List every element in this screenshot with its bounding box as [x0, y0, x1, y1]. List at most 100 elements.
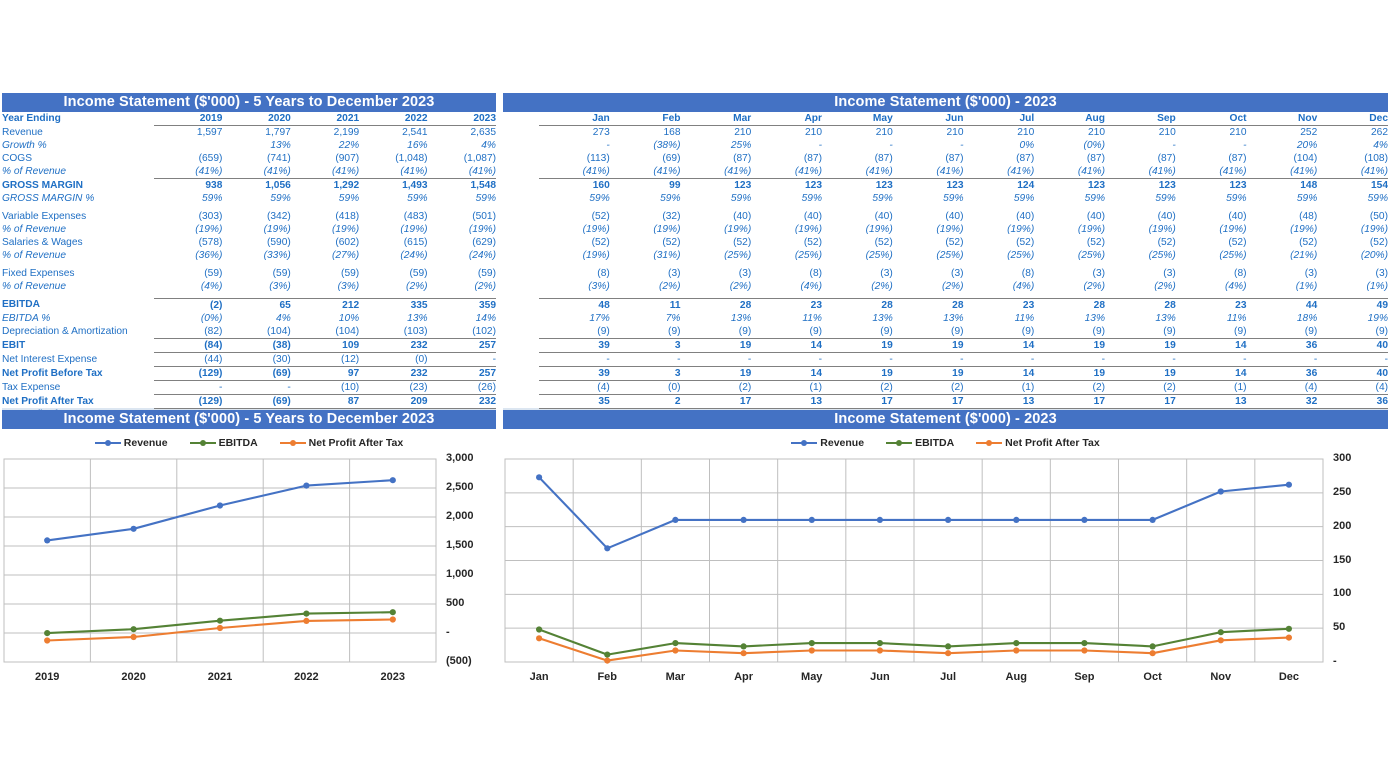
table-cell[interactable]: (40) [751, 210, 822, 223]
table-cell[interactable]: 148 [1246, 178, 1318, 192]
table-cell[interactable]: (0) [609, 379, 681, 394]
table-cell[interactable]: - [680, 351, 752, 366]
table-cell[interactable]: (26) [427, 379, 496, 394]
table-cell[interactable]: 17 [1105, 393, 1176, 409]
table-cell[interactable]: 17 [680, 393, 752, 409]
table-cell[interactable]: 19 [822, 337, 893, 352]
table-cell[interactable]: 59% [1317, 192, 1388, 205]
table-cell[interactable]: (4%) [964, 280, 1035, 293]
table-cell[interactable]: - [892, 351, 964, 366]
table-cell[interactable]: - [1176, 139, 1246, 152]
table-cell[interactable]: (40) [1176, 210, 1246, 223]
table-cell[interactable]: 210 [1034, 125, 1105, 139]
table-cell[interactable]: 938 [154, 178, 223, 192]
table-cell[interactable]: (87) [1034, 152, 1105, 165]
table-cell[interactable]: 59% [291, 192, 359, 205]
table-cell[interactable]: 20% [1247, 139, 1317, 152]
table-cell[interactable]: (4%) [751, 280, 822, 293]
table-cell[interactable]: 13 [963, 393, 1035, 409]
table-cell[interactable]: 36 [1246, 365, 1318, 380]
table-cell[interactable]: 59% [751, 192, 822, 205]
table-cell[interactable]: (38) [222, 337, 291, 352]
table-cell[interactable]: 59% [359, 192, 427, 205]
table-cell[interactable]: (44) [154, 351, 223, 366]
column-header[interactable]: 2022 [359, 112, 428, 126]
table-cell[interactable]: 14 [1175, 365, 1247, 380]
table-cell[interactable]: (2%) [610, 280, 681, 293]
table-cell[interactable]: (9) [751, 325, 822, 339]
table-cell[interactable]: - [609, 351, 681, 366]
table-cell[interactable]: (31%) [610, 249, 680, 262]
table-cell[interactable]: (48) [1247, 210, 1317, 223]
table-cell[interactable]: (1%) [1247, 280, 1318, 293]
table-cell[interactable]: (87) [893, 152, 963, 165]
column-header[interactable]: Nov [1247, 112, 1317, 126]
table-cell[interactable]: 23 [963, 297, 1035, 312]
table-cell[interactable]: 210 [1175, 125, 1247, 139]
table-cell[interactable]: (59) [222, 267, 291, 280]
table-cell[interactable]: (3) [822, 267, 892, 280]
table-cell[interactable]: (113) [539, 152, 610, 165]
table-cell[interactable]: (907) [291, 152, 359, 165]
table-cell[interactable]: 59% [964, 192, 1034, 205]
table-cell[interactable]: (2%) [681, 280, 752, 293]
table-cell[interactable]: (36%) [154, 249, 222, 262]
table-cell[interactable]: 1,797 [222, 125, 291, 139]
table-cell[interactable]: 13% [822, 312, 892, 325]
table-cell[interactable]: 59% [222, 192, 290, 205]
table-cell[interactable]: 99 [609, 178, 681, 192]
table-cell[interactable]: (103) [359, 325, 428, 339]
table-cell[interactable]: (41%) [610, 165, 680, 179]
table-cell[interactable]: (52) [1105, 236, 1176, 249]
table-cell[interactable]: 3 [609, 337, 681, 352]
table-cell[interactable]: 13% [222, 139, 290, 152]
table-cell[interactable]: 257 [427, 365, 496, 380]
table-cell[interactable]: 257 [427, 337, 496, 352]
table-cell[interactable]: (30) [222, 351, 291, 366]
table-cell[interactable]: (3%) [222, 280, 291, 293]
table-cell[interactable]: (87) [751, 152, 822, 165]
table-cell[interactable]: (9) [1317, 325, 1388, 339]
table-cell[interactable]: (4) [1317, 379, 1388, 394]
table-cell[interactable]: (27%) [291, 249, 359, 262]
table-cell[interactable]: (4%) [154, 280, 223, 293]
table-cell[interactable]: (25%) [1105, 249, 1176, 262]
column-header[interactable]: Mar [681, 112, 751, 126]
table-cell[interactable]: 14 [963, 337, 1035, 352]
table-cell[interactable]: (87) [964, 152, 1034, 165]
table-cell[interactable]: (19%) [1105, 223, 1176, 236]
table-cell[interactable]: 59% [610, 192, 680, 205]
table-cell[interactable]: 13 [751, 393, 822, 409]
table-cell[interactable]: (104) [222, 325, 291, 339]
table-cell[interactable]: 28 [1034, 297, 1105, 312]
table-cell[interactable]: (0%) [1034, 139, 1105, 152]
table-cell[interactable]: (3) [681, 267, 751, 280]
table-cell[interactable]: (59) [428, 267, 496, 280]
table-cell[interactable]: 4% [428, 139, 496, 152]
table-cell[interactable]: (25%) [1176, 249, 1246, 262]
table-cell[interactable]: (741) [222, 152, 291, 165]
table-cell[interactable]: (52) [1247, 236, 1317, 249]
table-cell[interactable]: 39 [539, 337, 610, 352]
table-cell[interactable]: 7% [610, 312, 681, 325]
table-cell[interactable]: (25%) [893, 249, 963, 262]
table-cell[interactable]: (108) [1317, 152, 1388, 165]
table-cell[interactable]: - [539, 139, 609, 152]
table-cell[interactable]: (19%) [1176, 223, 1246, 236]
table-cell[interactable] [154, 139, 222, 152]
table-cell[interactable]: 210 [963, 125, 1035, 139]
table-cell[interactable]: 23 [1175, 297, 1247, 312]
table-cell[interactable]: (69) [610, 152, 680, 165]
table-cell[interactable]: (19%) [539, 249, 610, 262]
column-header[interactable]: Jan [539, 112, 610, 126]
table-cell[interactable]: 59% [154, 192, 222, 205]
table-cell[interactable]: (24%) [359, 249, 427, 262]
table-cell[interactable]: (41%) [751, 165, 822, 179]
table-cell[interactable]: (3) [1105, 267, 1175, 280]
table-cell[interactable]: (629) [428, 236, 496, 249]
table-cell[interactable]: (33%) [222, 249, 291, 262]
column-header[interactable]: 2019 [154, 112, 223, 126]
table-cell[interactable]: (87) [681, 152, 751, 165]
table-cell[interactable]: 40 [1317, 337, 1388, 352]
legend-item-npat[interactable]: Net Profit After Tax [976, 437, 1100, 449]
